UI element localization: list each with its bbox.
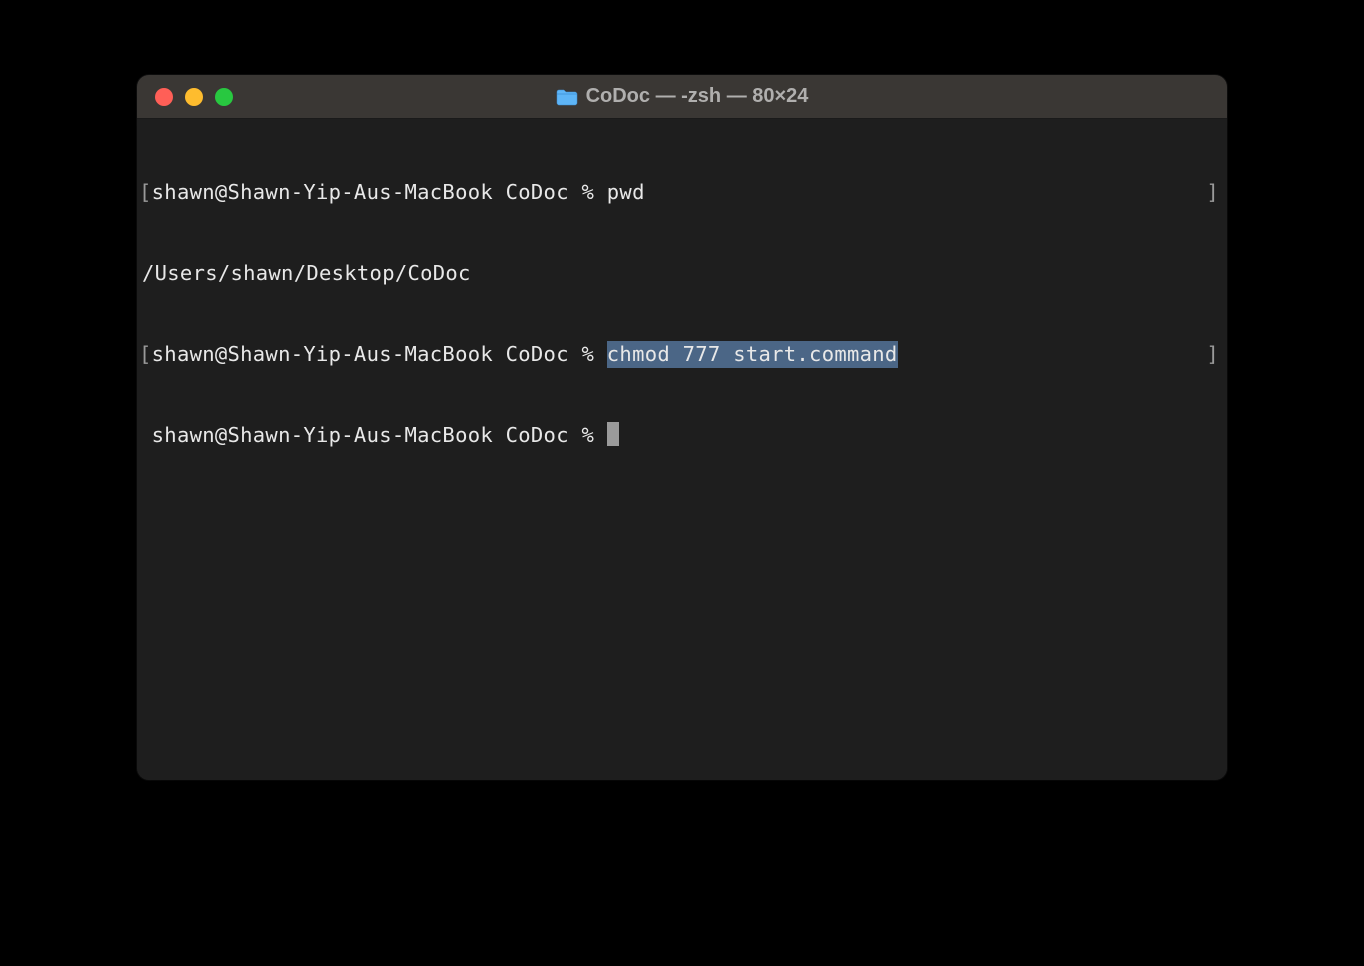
bracket-left: [ [139,179,152,206]
shell-prompt: shawn@Shawn-Yip-Aus-MacBook CoDoc % [152,179,607,206]
close-button[interactable] [155,88,173,106]
terminal-line: shawn@Shawn-Yip-Aus-MacBook CoDoc % [139,422,1225,449]
maximize-button[interactable] [215,88,233,106]
window-title: CoDoc — -zsh — 80×24 [586,85,809,108]
command-text-highlighted: chmod 777 start.command [607,341,898,368]
title-bar: CoDoc — -zsh — 80×24 [137,75,1227,119]
cursor [607,422,619,446]
terminal-body[interactable]: [shawn@Shawn-Yip-Aus-MacBook CoDoc % pwd… [137,119,1227,780]
bracket-left: [ [139,341,152,368]
terminal-line: /Users/shawn/Desktop/CoDoc [139,260,1225,287]
terminal-line: [shawn@Shawn-Yip-Aus-MacBook CoDoc % pwd… [139,179,1225,206]
terminal-line: [shawn@Shawn-Yip-Aus-MacBook CoDoc % chm… [139,341,1225,368]
shell-prompt: shawn@Shawn-Yip-Aus-MacBook CoDoc % [152,341,607,368]
shell-prompt: shawn@Shawn-Yip-Aus-MacBook CoDoc % [152,422,607,449]
title-content: CoDoc — -zsh — 80×24 [137,85,1227,108]
command-text: pwd [607,179,645,206]
bracket-right: ] [1206,179,1219,206]
folder-icon [556,88,578,106]
command-output: /Users/shawn/Desktop/CoDoc [139,260,471,287]
traffic-lights [137,88,233,106]
bracket-right: ] [1206,341,1219,368]
space [139,422,152,449]
minimize-button[interactable] [185,88,203,106]
terminal-window: CoDoc — -zsh — 80×24 [shawn@Shawn-Yip-Au… [137,75,1227,780]
